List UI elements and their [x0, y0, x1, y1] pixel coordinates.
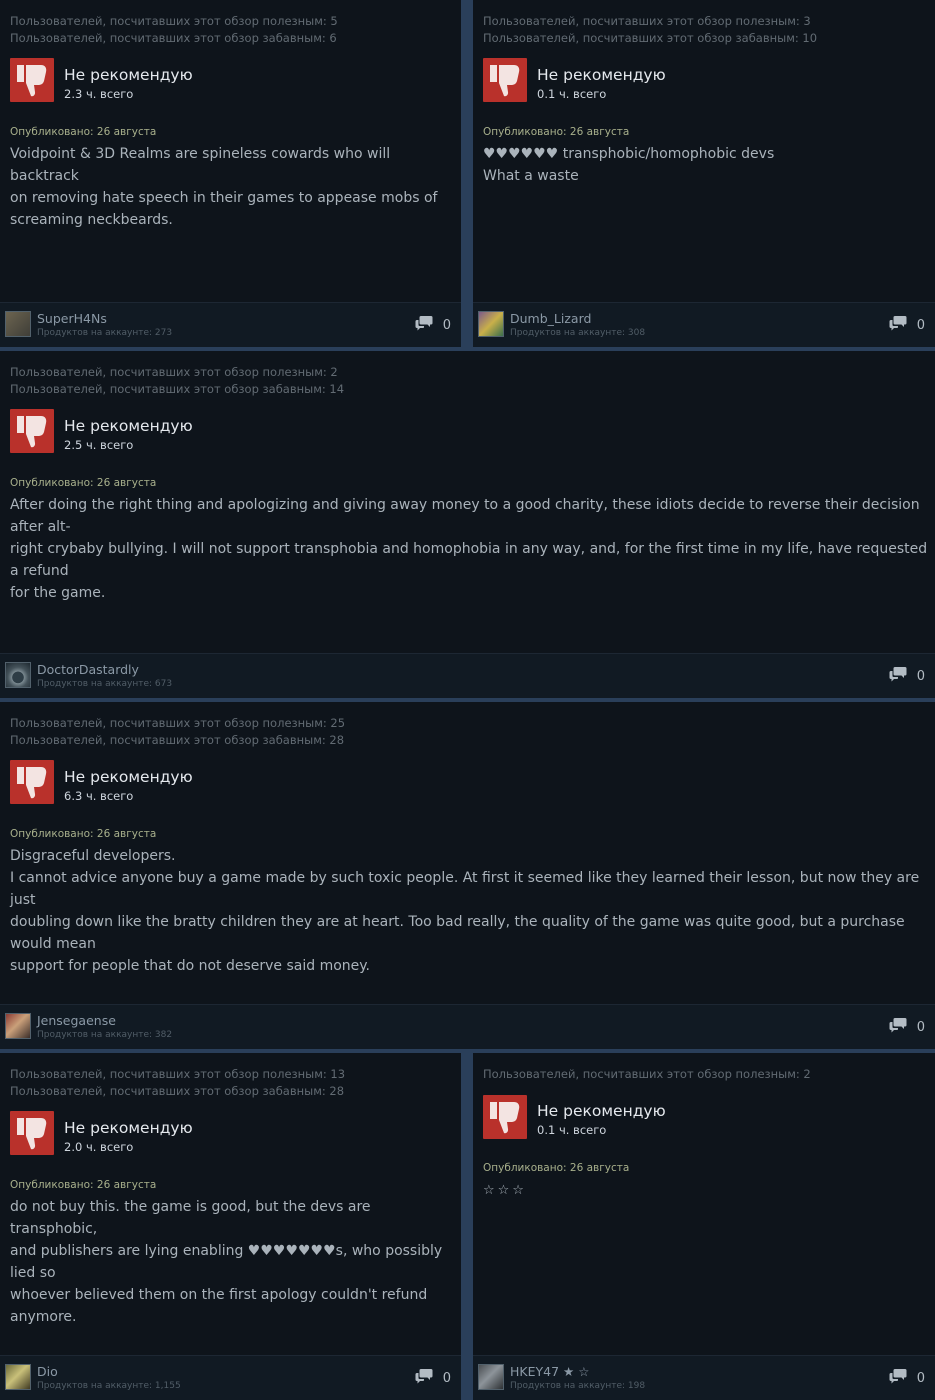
review-verdict[interactable]: Не рекомендую [537, 66, 666, 84]
thumbs-down-icon[interactable] [10, 58, 54, 102]
comment-bubble-icon [889, 666, 907, 686]
review-card: Пользователей, посчитавших этот обзор по… [0, 702, 935, 1049]
avatar[interactable] [5, 1364, 31, 1390]
review-funny-count: Пользователей, посчитавших этот обзор за… [10, 31, 337, 45]
comments-button[interactable]: 0 [889, 315, 925, 335]
review-hours: 2.0 ч. всего [64, 1140, 134, 1154]
review-card: Пользователей, посчитавших этот обзор по… [473, 0, 935, 347]
avatar[interactable] [5, 311, 31, 337]
author-name[interactable]: Dio [37, 1364, 58, 1379]
comments-button[interactable]: 0 [415, 1368, 451, 1388]
review-card: Пользователей, посчитавших этот обзор по… [0, 351, 935, 698]
comment-count: 0 [916, 1019, 925, 1035]
review-author-bar: Dio Продуктов на аккаунте: 1,155 0 [0, 1355, 461, 1400]
review-card: Пользователей, посчитавших этот обзор по… [473, 1053, 935, 1400]
review-text: Disgraceful developers. I cannot advice … [10, 848, 920, 974]
review-posted-date: Опубликовано: 26 августа [10, 1179, 157, 1191]
review-funny-count: Пользователей, посчитавших этот обзор за… [483, 31, 818, 45]
review-funny-count: Пользователей, посчитавших этот обзор за… [10, 733, 345, 747]
review-helpful-count: Пользователей, посчитавших этот обзор по… [10, 716, 346, 747]
thumbs-down-icon[interactable] [10, 1111, 54, 1155]
review-author-bar: SuperH4Ns Продуктов на аккаунте: 273 0 [0, 302, 461, 347]
review-helpful-count: Пользователей, посчитавших этот обзор по… [483, 1067, 811, 1081]
avatar[interactable] [478, 311, 504, 337]
review-hours: 0.1 ч. всего [537, 1123, 607, 1137]
avatar[interactable] [5, 1013, 31, 1039]
review-verdict[interactable]: Не рекомендую [537, 1102, 666, 1120]
author-products: Продуктов на аккаунте: 382 [37, 1030, 173, 1040]
thumbs-down-icon[interactable] [10, 409, 54, 453]
review-hours: 2.5 ч. всего [64, 438, 134, 452]
review-posted-date: Опубликовано: 26 августа [10, 477, 157, 489]
thumbs-down-icon[interactable] [483, 1095, 527, 1139]
comment-count: 0 [916, 317, 925, 333]
review-verdict[interactable]: Не рекомендую [64, 417, 193, 435]
review-posted-date: Опубликовано: 26 августа [10, 126, 157, 138]
comment-bubble-icon [415, 1368, 433, 1388]
author-products: Продуктов на аккаунте: 308 [510, 328, 646, 338]
comment-count: 0 [442, 317, 451, 333]
author-name[interactable]: DoctorDastardly [37, 662, 139, 677]
author-name[interactable]: SuperH4Ns [37, 311, 107, 326]
review-text: After doing the right thing and apologiz… [10, 497, 928, 601]
avatar[interactable] [5, 662, 31, 688]
review-hours: 6.3 ч. всего [64, 789, 134, 803]
comments-button[interactable]: 0 [889, 1017, 925, 1037]
author-name[interactable]: Dumb_Lizard [510, 311, 591, 326]
review-verdict[interactable]: Не рекомендую [64, 1119, 193, 1137]
review-text: Voidpoint & 3D Realms are spineless cowa… [10, 146, 438, 228]
review-verdict[interactable]: Не рекомендую [64, 66, 193, 84]
review-author-bar: DoctorDastardly Продуктов на аккаунте: 6… [0, 653, 935, 698]
review-author-bar: Dumb_Lizard Продуктов на аккаунте: 308 0 [473, 302, 935, 347]
comment-count: 0 [916, 1370, 925, 1386]
review-text: ☆☆☆ [483, 1183, 527, 1198]
review-hours: 2.3 ч. всего [64, 87, 134, 101]
comment-bubble-icon [415, 315, 433, 335]
comments-button[interactable]: 0 [889, 666, 925, 686]
review-posted-date: Опубликовано: 26 августа [483, 1162, 630, 1174]
author-name[interactable]: Jensegaense [37, 1013, 116, 1028]
comment-bubble-icon [889, 1017, 907, 1037]
author-name[interactable]: HKEY47 ★ ☆ [510, 1364, 589, 1379]
review-verdict[interactable]: Не рекомендую [64, 768, 193, 786]
review-posted-date: Опубликовано: 26 августа [10, 828, 157, 840]
comment-count: 0 [916, 668, 925, 684]
thumbs-down-icon[interactable] [10, 760, 54, 804]
review-helpful-count: Пользователей, посчитавших этот обзор по… [483, 14, 818, 45]
review-text: ♥♥♥♥♥♥ transphobic/homophobic devs What … [483, 146, 775, 184]
review-card: Пользователей, посчитавших этот обзор по… [0, 1053, 461, 1400]
review-card: Пользователей, посчитавших этот обзор по… [0, 0, 461, 347]
review-hours: 0.1 ч. всего [537, 87, 607, 101]
author-products: Продуктов на аккаунте: 198 [510, 1381, 646, 1391]
author-products: Продуктов на аккаунте: 673 [37, 679, 173, 689]
review-posted-date: Опубликовано: 26 августа [483, 126, 630, 138]
avatar[interactable] [478, 1364, 504, 1390]
thumbs-down-icon[interactable] [483, 58, 527, 102]
review-helpful-count: Пользователей, посчитавших этот обзор по… [10, 14, 338, 45]
comment-count: 0 [442, 1370, 451, 1386]
review-author-bar: HKEY47 ★ ☆ Продуктов на аккаунте: 198 0 [473, 1355, 935, 1400]
comment-bubble-icon [889, 1368, 907, 1388]
review-helpful-count: Пользователей, посчитавших этот обзор по… [10, 1067, 346, 1098]
comment-bubble-icon [889, 315, 907, 335]
comments-button[interactable]: 0 [415, 315, 451, 335]
review-funny-count: Пользователей, посчитавших этот обзор за… [10, 382, 345, 396]
review-helpful-count: Пользователей, посчитавших этот обзор по… [10, 365, 345, 396]
author-products: Продуктов на аккаунте: 1,155 [37, 1381, 181, 1391]
review-author-bar: Jensegaense Продуктов на аккаунте: 382 0 [0, 1004, 935, 1049]
review-funny-count: Пользователей, посчитавших этот обзор за… [10, 1084, 345, 1098]
review-text: do not buy this. the game is good, but t… [10, 1199, 443, 1325]
comments-button[interactable]: 0 [889, 1368, 925, 1388]
author-products: Продуктов на аккаунте: 273 [37, 328, 173, 338]
